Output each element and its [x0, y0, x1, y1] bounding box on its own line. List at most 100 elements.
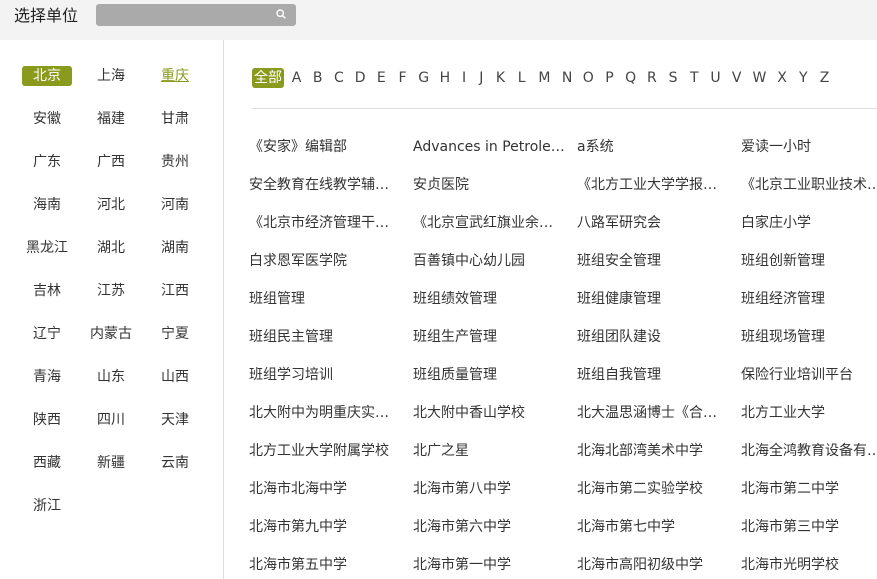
letter-tab[interactable]: Q [624, 68, 637, 88]
unit-item[interactable]: a系统 [577, 137, 729, 157]
unit-item[interactable]: 北方工业大学 [741, 403, 877, 423]
unit-item[interactable]: 班组自我管理 [577, 365, 729, 385]
province-item[interactable]: 湖北 [86, 238, 136, 258]
letter-tab[interactable]: H [438, 68, 451, 88]
unit-item[interactable]: 北海北部湾美术中学 [577, 441, 729, 461]
unit-item[interactable]: 北海市光明学校 [741, 555, 877, 575]
province-item[interactable]: 新疆 [86, 453, 136, 473]
unit-item[interactable]: 班组绩效管理 [413, 289, 565, 309]
unit-item[interactable]: 北海市第六中学 [413, 517, 565, 537]
province-item[interactable]: 上海 [86, 66, 136, 86]
province-item[interactable]: 安徽 [22, 109, 72, 129]
letter-tab[interactable]: L [515, 68, 528, 88]
province-item[interactable]: 西藏 [22, 453, 72, 473]
letter-tab[interactable]: R [645, 68, 658, 88]
letter-tab[interactable]: G [417, 68, 430, 88]
unit-item[interactable]: 爱读一小时 [741, 137, 877, 157]
letter-tab[interactable]: A [290, 68, 303, 88]
province-item[interactable]: 山西 [150, 367, 200, 387]
letter-tab[interactable]: X [776, 68, 789, 88]
unit-item[interactable]: 《北京宣武红旗业余大学学报》 [413, 213, 565, 233]
unit-item[interactable]: 北广之星 [413, 441, 565, 461]
unit-item[interactable]: 北海市第一中学 [413, 555, 565, 575]
unit-item[interactable]: 北海市第三中学 [741, 517, 877, 537]
province-item[interactable]: 青海 [22, 367, 72, 387]
unit-item[interactable]: 安全教育在线教学辅导平台 [249, 175, 401, 195]
letter-tab[interactable]: B [311, 68, 324, 88]
unit-item[interactable]: 班组安全管理 [577, 251, 729, 271]
letter-tab[interactable]: D [354, 68, 367, 88]
unit-item[interactable]: 《安家》编辑部 [249, 137, 401, 157]
unit-item[interactable]: 白求恩军医学院 [249, 251, 401, 271]
unit-item[interactable]: 北大附中为明重庆实验学校 [249, 403, 401, 423]
letter-tab[interactable]: K [494, 68, 507, 88]
unit-item[interactable]: 北海全鸿教育设备有限公司 [741, 441, 877, 461]
unit-item[interactable]: 保险行业培训平台 [741, 365, 877, 385]
province-item[interactable]: 浙江 [22, 496, 72, 516]
letter-tab[interactable]: W [751, 68, 767, 88]
province-item[interactable]: 重庆 [150, 66, 200, 86]
unit-item[interactable]: Advances in Petroleum Exploration and De… [413, 137, 565, 157]
unit-item[interactable]: 班组经济管理 [741, 289, 877, 309]
province-item[interactable]: 江苏 [86, 281, 136, 301]
unit-item[interactable]: 《北方工业大学学报》编辑部 [577, 175, 729, 195]
province-item[interactable]: 陕西 [22, 410, 72, 430]
unit-item[interactable]: 班组健康管理 [577, 289, 729, 309]
unit-item[interactable]: 白家庄小学 [741, 213, 877, 233]
province-item[interactable]: 广东 [22, 152, 72, 172]
province-item[interactable]: 云南 [150, 453, 200, 473]
province-item[interactable]: 吉林 [22, 281, 72, 301]
unit-item[interactable]: 班组管理 [249, 289, 401, 309]
unit-item[interactable]: 班组民主管理 [249, 327, 401, 347]
unit-item[interactable]: 八路军研究会 [577, 213, 729, 233]
province-item[interactable]: 内蒙古 [86, 324, 136, 344]
unit-item[interactable]: 班组质量管理 [413, 365, 565, 385]
unit-item[interactable]: 班组学习培训 [249, 365, 401, 385]
province-item[interactable]: 贵州 [150, 152, 200, 172]
unit-item[interactable]: 北海市第九中学 [249, 517, 401, 537]
province-item[interactable]: 辽宁 [22, 324, 72, 344]
province-item[interactable]: 湖南 [150, 238, 200, 258]
unit-item[interactable]: 班组创新管理 [741, 251, 877, 271]
letter-tab[interactable]: P [603, 68, 616, 88]
unit-item[interactable]: 班组现场管理 [741, 327, 877, 347]
province-item[interactable]: 河北 [86, 195, 136, 215]
letter-tab[interactable]: J [477, 68, 486, 88]
unit-item[interactable]: 《北京市经济管理干部学院学报》 [249, 213, 401, 233]
province-item[interactable]: 海南 [22, 195, 72, 215]
unit-item[interactable]: 北海市第八中学 [413, 479, 565, 499]
unit-item[interactable]: 北大温思涵博士《合唱》 [577, 403, 729, 423]
unit-item[interactable]: 北海市北海中学 [249, 479, 401, 499]
province-item[interactable]: 广西 [86, 152, 136, 172]
letter-tab[interactable]: T [688, 68, 701, 88]
province-item[interactable]: 北京 [22, 66, 72, 86]
unit-item[interactable]: 北海市第二实验学校 [577, 479, 729, 499]
letter-tab[interactable]: U [709, 68, 722, 88]
letter-tab[interactable]: I [460, 68, 469, 88]
province-item[interactable]: 宁夏 [150, 324, 200, 344]
province-item[interactable]: 甘肃 [150, 109, 200, 129]
letter-tab[interactable]: S [667, 68, 680, 88]
letter-tab[interactable]: O [582, 68, 595, 88]
province-item[interactable]: 黑龙江 [22, 238, 72, 258]
province-item[interactable]: 天津 [150, 410, 200, 430]
unit-item[interactable]: 北海市高阳初级中学 [577, 555, 729, 575]
unit-item[interactable]: 百善镇中心幼儿园 [413, 251, 565, 271]
unit-item[interactable]: 北海市第五中学 [249, 555, 401, 575]
unit-item[interactable]: 北海市第七中学 [577, 517, 729, 537]
unit-item[interactable]: 《北京工业职业技术学院学报》 [741, 175, 877, 195]
unit-item[interactable]: 北方工业大学附属学校 [249, 441, 401, 461]
letter-tab[interactable]: M [536, 68, 552, 88]
letter-tab[interactable]: C [332, 68, 345, 88]
unit-item[interactable]: 班组团队建设 [577, 327, 729, 347]
letter-tab[interactable]: V [730, 68, 743, 88]
unit-item[interactable]: 班组生产管理 [413, 327, 565, 347]
unit-item[interactable]: 北海市第二中学 [741, 479, 877, 499]
unit-item[interactable]: 安贞医院 [413, 175, 565, 195]
search-input[interactable] [96, 4, 296, 26]
letter-tab[interactable]: Z [818, 68, 831, 88]
province-item[interactable]: 四川 [86, 410, 136, 430]
unit-item[interactable]: 北大附中香山学校 [413, 403, 565, 423]
letter-tab[interactable]: N [561, 68, 574, 88]
province-item[interactable]: 山东 [86, 367, 136, 387]
